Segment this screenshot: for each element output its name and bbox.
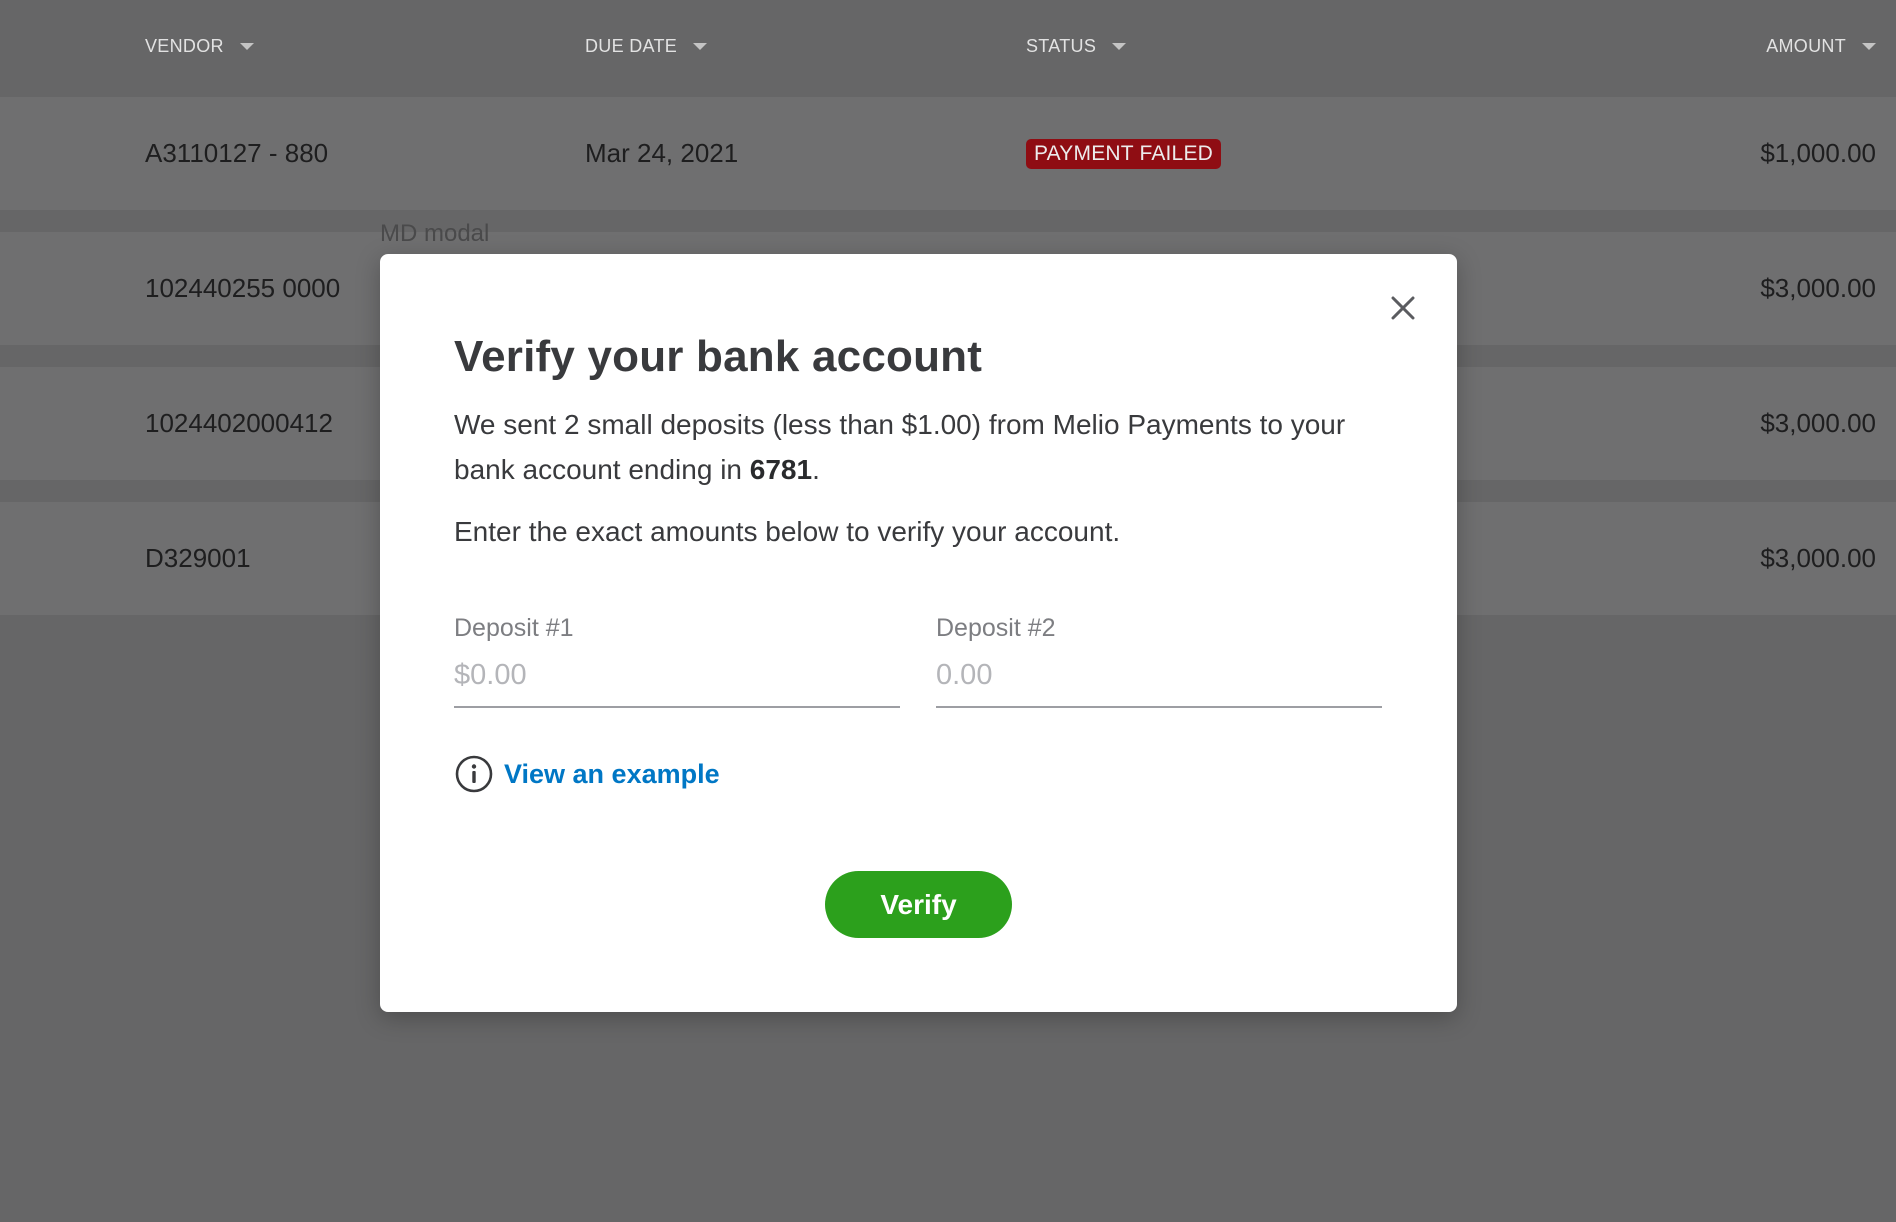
table-row[interactable]: A3110127 - 880 Mar 24, 2021 PAYMENT FAIL… (0, 97, 1896, 210)
table-header: VENDOR DUE DATE STATUS AMOUNT (0, 0, 1896, 96)
deposit-2-input[interactable] (936, 659, 1382, 708)
column-header-label: DUE DATE (585, 36, 678, 56)
column-header-label: STATUS (1026, 36, 1097, 56)
view-example-link[interactable]: View an example (454, 754, 720, 794)
view-example-label: View an example (504, 758, 720, 789)
amount-cell: $3,000.00 (1760, 408, 1876, 438)
verify-bank-modal: Verify your bank account We sent 2 small… (380, 254, 1457, 1012)
vendor-cell: 1024402000412 (145, 408, 333, 438)
verify-button[interactable]: Verify (825, 871, 1012, 938)
description-text: We sent 2 small deposits (less than $1.0… (454, 409, 1346, 485)
sort-caret-icon (1112, 43, 1127, 50)
vendor-cell: 102440255 0000 (145, 273, 341, 303)
modal-title: Verify your bank account (454, 332, 983, 381)
vendor-cell: A3110127 - 880 (145, 138, 329, 168)
account-last4: 6781 (749, 454, 813, 485)
amount-cell: $3,000.00 (1760, 543, 1876, 573)
column-header-due-date[interactable]: DUE DATE (585, 36, 708, 57)
due-date-cell: Mar 24, 2021 (585, 138, 739, 168)
sort-caret-icon (693, 43, 708, 50)
column-header-vendor[interactable]: VENDOR (145, 36, 254, 57)
column-header-amount[interactable]: AMOUNT (1766, 36, 1876, 57)
deposit-1-field: Deposit #1 (454, 614, 900, 708)
bills-page: VENDOR DUE DATE STATUS AMOUNT A3110127 -… (0, 0, 1896, 1222)
close-icon (1391, 296, 1415, 320)
info-icon (455, 755, 493, 793)
amount-cell: $1,000.00 (1760, 138, 1876, 168)
status-badge: PAYMENT FAILED (1026, 138, 1222, 169)
sort-caret-icon (1862, 43, 1876, 50)
deposit-2-label: Deposit #2 (936, 614, 1056, 642)
amount-cell: $3,000.00 (1760, 273, 1876, 303)
modal-debug-label: MD modal (380, 220, 490, 247)
column-header-label: AMOUNT (1766, 36, 1846, 56)
modal-description: We sent 2 small deposits (less than $1.0… (454, 402, 1374, 492)
sort-caret-icon (239, 43, 254, 50)
column-header-status[interactable]: STATUS (1026, 36, 1127, 57)
vendor-cell: D329001 (145, 543, 251, 573)
description-end: . (812, 454, 820, 485)
deposit-1-label: Deposit #1 (454, 614, 574, 642)
modal-instructions: Enter the exact amounts below to verify … (454, 516, 1121, 547)
column-header-label: VENDOR (145, 36, 224, 56)
deposit-2-field: Deposit #2 (936, 614, 1382, 708)
close-button[interactable] (1385, 290, 1421, 326)
deposit-1-input[interactable] (454, 659, 900, 708)
status-cell: PAYMENT FAILED (1026, 97, 1222, 210)
